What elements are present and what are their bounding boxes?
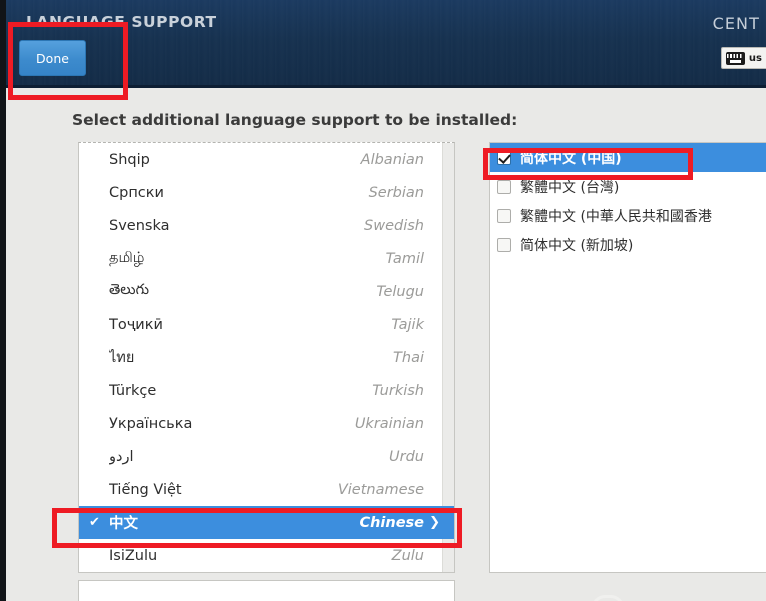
locale-label: 简体中文 (新加坡) bbox=[520, 237, 634, 254]
language-english-name: Tamil bbox=[385, 250, 424, 267]
locale-checkbox[interactable] bbox=[497, 208, 511, 223]
locale-checkbox[interactable] bbox=[497, 237, 511, 252]
locale-row[interactable]: 繁體中文 (中華人民共和國香港 bbox=[490, 201, 766, 230]
language-native-name: తెలుగు bbox=[109, 281, 150, 298]
language-native-name: اردو bbox=[109, 448, 134, 465]
language-native-name: 中文 bbox=[109, 516, 138, 532]
language-native-name: Українська bbox=[109, 415, 193, 432]
locale-checkbox[interactable] bbox=[497, 179, 511, 194]
language-english-name: Zulu bbox=[391, 547, 424, 564]
language-row[interactable]: Svenska Swedish bbox=[79, 209, 454, 242]
language-search-box[interactable] bbox=[78, 580, 455, 601]
keyboard-layout-indicator[interactable]: us bbox=[720, 47, 766, 69]
language-row[interactable]: Тоҷикӣ Tajik bbox=[79, 308, 454, 341]
language-native-name: Српски bbox=[109, 184, 164, 201]
locale-row[interactable]: 简体中文 (中国) bbox=[490, 143, 766, 172]
brand-label: CENT bbox=[712, 14, 760, 33]
language-english-name: Vietnamese bbox=[337, 481, 424, 498]
language-row[interactable]: తెలుగు Telugu bbox=[79, 275, 454, 308]
keyboard-layout-label: us bbox=[748, 52, 762, 64]
locale-label: 繁體中文 (台灣) bbox=[520, 179, 620, 196]
language-english-name: Urdu bbox=[389, 448, 424, 465]
chevron-right-icon: ❯ bbox=[429, 515, 440, 530]
window-left-edge bbox=[0, 0, 6, 601]
language-row[interactable]: اردو Urdu bbox=[79, 440, 454, 473]
language-row[interactable]: தமிழ் Tamil bbox=[79, 242, 454, 275]
language-native-name: ไทย bbox=[109, 350, 135, 366]
language-row[interactable]: Tiếng Việt Vietnamese bbox=[79, 473, 454, 506]
language-row[interactable]: Shqip Albanian bbox=[79, 143, 454, 176]
language-english-name: Serbian bbox=[368, 184, 424, 201]
language-row[interactable]: ไทย Thai bbox=[79, 341, 454, 374]
language-native-name: Shqip bbox=[109, 151, 150, 168]
language-row[interactable]: Türkçe Turkish bbox=[79, 374, 454, 407]
language-english-name: Thai bbox=[393, 349, 424, 366]
language-english-name: Chinese bbox=[359, 514, 424, 531]
language-native-name: Svenska bbox=[109, 217, 170, 234]
language-row[interactable]: Українська Ukrainian bbox=[79, 407, 454, 440]
instruction-text: Select additional language support to be… bbox=[72, 111, 518, 129]
language-english-name: Tajik bbox=[391, 316, 424, 333]
content-area: Select additional language support to be… bbox=[6, 88, 766, 601]
language-selected-check-icon: ✔ bbox=[89, 515, 100, 530]
language-english-name: Telugu bbox=[376, 283, 424, 300]
language-list[interactable]: Shqip Albanian Српски Serbian Svenska Swedish… bbox=[78, 142, 455, 573]
keyboard-icon bbox=[725, 51, 745, 65]
language-native-name: IsiZulu bbox=[109, 547, 158, 564]
language-native-name: Тоҷикӣ bbox=[109, 316, 163, 333]
locale-row[interactable]: 繁體中文 (台灣) bbox=[490, 172, 766, 201]
language-native-name: Türkçe bbox=[109, 382, 157, 399]
locale-list[interactable]: 简体中文 (中国) 繁體中文 (台灣) 繁體中文 (中華人民共和國香港 简体中文 (新… bbox=[489, 142, 766, 573]
locale-checkbox[interactable] bbox=[497, 150, 511, 165]
locale-row[interactable]: 简体中文 (新加坡) bbox=[490, 230, 766, 259]
page-title: LANGUAGE SUPPORT bbox=[26, 13, 217, 31]
language-english-name: Turkish bbox=[372, 382, 424, 399]
language-native-name: Tiếng Việt bbox=[109, 481, 182, 498]
language-row[interactable]: ✔ 中文 Chinese ❯ bbox=[79, 506, 454, 539]
language-row[interactable]: IsiZulu Zulu bbox=[79, 539, 454, 572]
language-row[interactable]: Српски Serbian bbox=[79, 176, 454, 209]
language-english-name: Swedish bbox=[364, 217, 424, 234]
language-english-name: Ukrainian bbox=[354, 415, 424, 432]
locale-label: 繁體中文 (中華人民共和國香港 bbox=[520, 208, 712, 225]
language-english-name: Albanian bbox=[360, 151, 424, 168]
header-bar: LANGUAGE SUPPORT CENT Done us bbox=[0, 0, 766, 88]
installer-screen: LANGUAGE SUPPORT CENT Done us Select add… bbox=[0, 0, 766, 601]
language-native-name: தமிழ் bbox=[109, 249, 145, 266]
done-button[interactable]: Done bbox=[19, 40, 86, 76]
locale-label: 简体中文 (中国) bbox=[520, 150, 622, 167]
